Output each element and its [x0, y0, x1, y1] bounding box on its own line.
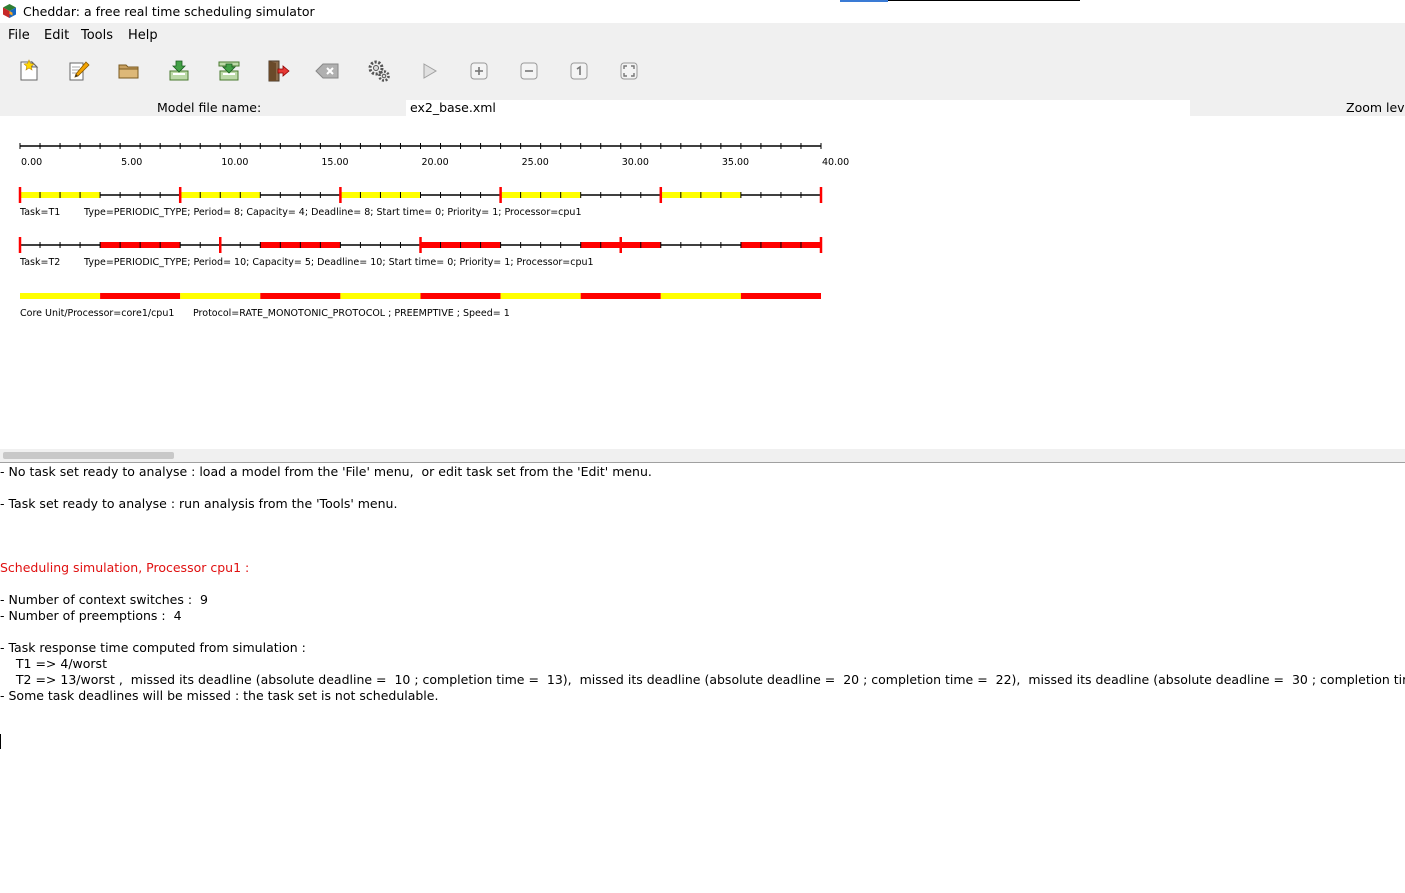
- zoom-reset-button[interactable]: [567, 59, 591, 83]
- timeline-svg: 0.00 5.00 10.00 15.00 20.00 25.00 30.00 35.00 40…: [18, 143, 849, 319]
- folder-open-icon: [118, 64, 139, 79]
- run-simulation-button[interactable]: [417, 59, 441, 83]
- edit-model-button[interactable]: [67, 59, 91, 83]
- zoom-level-label: Zoom leve: [1346, 100, 1405, 115]
- window-title: Cheddar: a free real time scheduling sim…: [23, 4, 315, 19]
- clear-button[interactable]: [315, 59, 339, 83]
- text-caret: [0, 734, 1, 749]
- processor-execution-segment: [660, 293, 741, 299]
- scheduling-timeline-canvas: 0.00 5.00 10.00 15.00 20.00 25.00 30.00 35.00 40…: [0, 116, 1405, 449]
- menu-tools[interactable]: Tools: [81, 28, 113, 43]
- zoom-in-button[interactable]: [467, 59, 491, 83]
- save-download-icon: [169, 60, 189, 81]
- processor-execution-segment: [260, 293, 341, 299]
- save-model-button[interactable]: [167, 59, 191, 83]
- console-line: - Task response time computed from simul…: [0, 640, 306, 655]
- menu-file[interactable]: File: [8, 28, 30, 43]
- time-axis-tick-label: 25.00: [522, 157, 549, 168]
- model-file-label: Model file name:: [157, 100, 262, 115]
- menu-edit[interactable]: Edit: [44, 28, 69, 43]
- zoom-fit-button[interactable]: [617, 59, 641, 83]
- time-axis-tick-label: 15.00: [321, 157, 348, 168]
- window-focus-accent: [840, 0, 888, 2]
- processor-execution-segment: [420, 293, 501, 299]
- model-file-name-field[interactable]: ex2_base.xml: [406, 100, 1190, 116]
- file-name-bar: Model file name: ex2_base.xml Zoom leve: [0, 100, 1405, 116]
- open-model-button[interactable]: [117, 59, 141, 83]
- time-axis-tick-label: 0.00: [21, 157, 42, 168]
- time-axis-tick-label: 35.00: [722, 157, 749, 168]
- time-axis-tick-label: 10.00: [221, 157, 248, 168]
- processor-execution-segment: [740, 293, 821, 299]
- console-line: - No task set ready to analyse : load a …: [0, 464, 652, 479]
- backspace-clear-icon: [315, 63, 339, 79]
- new-file-icon: [20, 59, 39, 81]
- time-axis-tick-label: 40.00: [822, 157, 849, 168]
- processor-execution-segment: [580, 293, 661, 299]
- zoom-minus-icon: [520, 62, 538, 80]
- exit-door-icon: [268, 60, 290, 82]
- processor-execution-segment: [100, 293, 181, 299]
- menu-bar: File Edit Tools Help: [0, 23, 1405, 47]
- task-info-label: Type=PERIODIC_TYPE; Period= 8; Capacity=…: [83, 207, 582, 218]
- processor-execution-segment: [180, 293, 261, 299]
- time-axis-tick-label: 30.00: [622, 157, 649, 168]
- pencil-edit-icon: [69, 61, 90, 81]
- console-line: T1 => 4/worst: [0, 656, 107, 671]
- zoom-one-icon: [570, 62, 588, 80]
- save-as-button[interactable]: [217, 59, 241, 83]
- task-name-label: Task=T2: [19, 257, 60, 268]
- processor-execution-segment: [500, 293, 581, 299]
- task-name-label: Task=T1: [19, 207, 60, 218]
- analysis-output-console[interactable]: - No task set ready to analyse : load a …: [0, 463, 1405, 893]
- title-bar: Cheddar: a free real time scheduling sim…: [0, 0, 1405, 23]
- time-axis-tick-label: 20.00: [422, 157, 449, 168]
- console-line: - Number of preemptions : 4: [0, 608, 182, 623]
- new-model-button[interactable]: [17, 59, 41, 83]
- zoom-plus-icon: [470, 62, 488, 80]
- console-line: T2 => 13/worst , missed its deadline (ab…: [0, 672, 1405, 687]
- console-line: Scheduling simulation, Processor cpu1 :: [0, 560, 250, 575]
- play-icon: [423, 63, 437, 79]
- task-info-label: Type=PERIODIC_TYPE; Period= 10; Capacity…: [83, 257, 594, 268]
- processor-info-label: Protocol=RATE_MONOTONIC_PROTOCOL ; PREEM…: [193, 308, 510, 319]
- timeline-horizontal-scrollbar[interactable]: [0, 449, 1405, 463]
- zoom-out-button[interactable]: [517, 59, 541, 83]
- processor-name-label: Core Unit/Processor=core1/cpu1: [20, 308, 174, 319]
- cube-icon: [3, 4, 16, 18]
- exit-button[interactable]: [267, 59, 291, 83]
- scrollbar-thumb[interactable]: [3, 452, 174, 459]
- zoom-fit-icon: [620, 62, 638, 80]
- save-as-icon: [218, 61, 240, 81]
- gears-icon: [368, 60, 390, 82]
- menu-help[interactable]: Help: [128, 28, 158, 43]
- model-file-name-value: ex2_base.xml: [410, 100, 496, 115]
- toolbar: [0, 47, 1405, 100]
- time-axis-tick-label: 5.00: [121, 157, 142, 168]
- processor-execution-segment: [340, 293, 421, 299]
- processor-execution-segment: [20, 293, 101, 299]
- console-line: - Number of context switches : 9: [0, 592, 208, 607]
- analysis-settings-button[interactable]: [367, 59, 391, 83]
- console-line: - Some task deadlines will be missed : t…: [0, 688, 439, 703]
- console-line: - Task set ready to analyse : run analys…: [0, 496, 398, 511]
